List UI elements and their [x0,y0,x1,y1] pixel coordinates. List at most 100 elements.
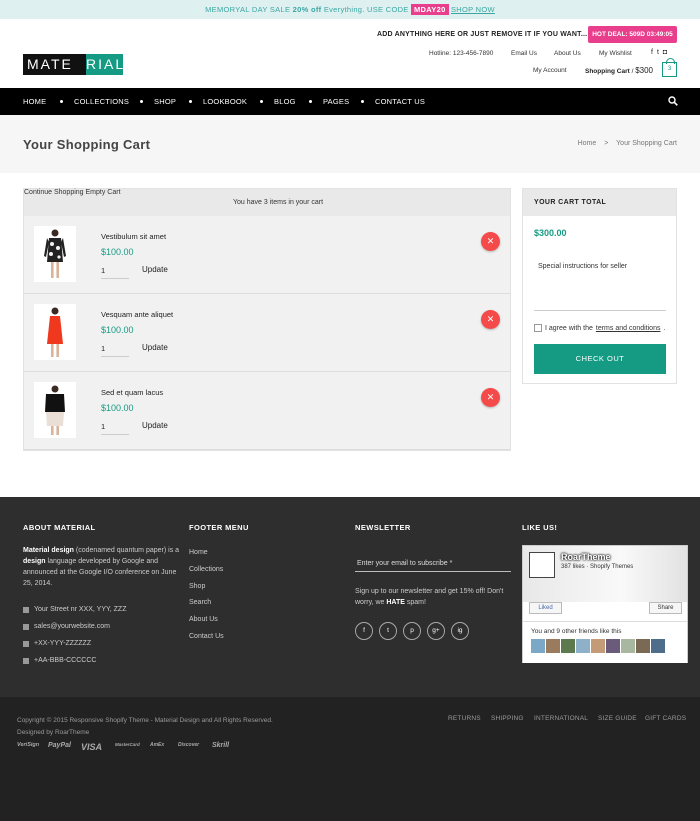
my-account-link[interactable]: My Account [533,67,567,74]
remove-item-button[interactable]: ✕ [481,388,500,407]
nav-shop[interactable]: SHOP [154,88,176,115]
about-text: Material design (codenamed quantum paper… [23,545,180,589]
main-nav: HOME COLLECTIONS SHOP LOOKBOOK BLOG PAGE… [0,88,700,115]
product-image[interactable] [34,382,76,438]
hotline-text: Hotline: 123-456-7890 [429,50,494,57]
avatar[interactable] [636,639,650,653]
newsletter-text-main: Sign up to our newsletter and get 15% of… [355,588,504,606]
item-name[interactable]: Vestibulum sit amet [101,232,166,241]
email-link[interactable]: sales@yourwebsite.com [34,623,110,630]
cart-bag-icon[interactable]: 3 [662,58,677,77]
instagram-icon[interactable]: ig [451,622,469,640]
liked-button[interactable]: Liked [529,602,562,614]
terms-checkbox[interactable] [534,324,542,332]
facebook-icon[interactable]: f [355,622,373,640]
footer-link-contact[interactable]: Contact Us [189,633,224,640]
nav-home[interactable]: HOME [23,88,46,115]
item-name[interactable]: Sed et quam lacus [101,388,163,397]
shipping-link[interactable]: SHIPPING [491,715,524,722]
avatar[interactable] [606,639,620,653]
shopping-cart-link[interactable]: Shopping Cart / $300 [585,66,653,75]
google-plus-icon[interactable]: g+ [427,622,445,640]
avatar[interactable] [576,639,590,653]
like-us-title: LIKE US! [522,523,558,532]
gift-cards-link[interactable]: GIFT CARDS [645,715,686,722]
pinterest-icon[interactable]: p [403,622,421,640]
contact-phone-2: +AA-BBB-CCCCCC [23,657,96,664]
newsletter-email-input[interactable]: Enter your email to subscribe * [355,555,511,572]
shop-now-link[interactable]: SHOP NOW [451,5,495,14]
quantity-input[interactable]: 1 [101,263,129,279]
facebook-widget: RoarTheme 387 likes · Shopify Themes Lik… [522,545,688,663]
wishlist-link[interactable]: My Wishlist [599,50,632,57]
continue-shopping-link[interactable]: Continue Shopping [24,189,84,196]
address-text: Your Street nr XXX, YYY, ZZZ [34,606,127,613]
nav-lookbook[interactable]: LOOKBOOK [203,88,247,115]
product-image[interactable] [34,226,76,282]
twitter-icon[interactable]: t [657,49,659,56]
nav-collections[interactable]: COLLECTIONS [74,88,129,115]
special-instructions-field[interactable]: Special instructions for seller [534,253,666,311]
nav-separator [309,100,312,103]
about-title: ABOUT MATERIAL [23,523,96,532]
nav-separator [140,100,143,103]
international-link[interactable]: INTERNATIONAL [534,715,588,722]
copyright-text: Copyright © 2015 Responsive Shopify Them… [17,717,273,724]
footer-link-collections[interactable]: Collections [189,566,223,573]
terms-label: I agree with the [545,324,593,332]
promo-bar: MEMORYAL DAY SALE 20% off Everything. US… [0,0,700,19]
page-avatar[interactable] [529,552,555,578]
terms-period: . [663,324,666,332]
amex-icon: AmEx [150,742,165,748]
footer-link-shop[interactable]: Shop [189,583,205,590]
footer-social: f t p g+ ig [355,622,469,640]
home-icon [23,606,29,613]
update-button[interactable]: Update [142,343,168,352]
avatar[interactable] [546,639,560,653]
footer-link-search[interactable]: Search [189,599,211,606]
quantity-input[interactable]: 1 [101,341,129,357]
avatar[interactable] [651,639,665,653]
instagram-icon[interactable]: ◘ [663,49,667,56]
email-us-link[interactable]: Email Us [511,50,537,57]
breadcrumb-home[interactable]: Home [578,140,597,147]
avatar[interactable] [591,639,605,653]
twitter-icon[interactable]: t [379,622,397,640]
avatar[interactable] [561,639,575,653]
logo-part-a: MATE [23,54,86,75]
share-button[interactable]: Share [649,602,682,614]
terms-link[interactable]: terms and conditions [596,325,661,332]
avatar[interactable] [621,639,635,653]
footer-link-home[interactable]: Home [189,549,208,556]
logo[interactable]: MATE RIAL [23,54,123,75]
mail-icon [23,623,29,630]
about-bold-2: design [23,558,46,565]
quantity-input[interactable]: 1 [101,419,129,435]
header: MATE RIAL ADD ANYTHING HERE OR JUST REMO… [0,19,700,88]
mastercard-icon: MasterCard [115,742,140,747]
search-icon[interactable] [668,96,678,106]
facebook-icon[interactable]: f [651,49,653,56]
nav-blog[interactable]: BLOG [274,88,296,115]
size-guide-link[interactable]: SIZE GUIDE [598,715,637,722]
item-name[interactable]: Vesquam ante aliquet [101,310,173,319]
avatar[interactable] [531,639,545,653]
returns-link[interactable]: RETURNS [448,715,481,722]
update-button[interactable]: Update [142,265,168,274]
friends-box: You and 9 other friends like this [523,621,687,663]
nav-pages[interactable]: PAGES [323,88,349,115]
nav-contact-us[interactable]: CONTACT US [375,88,425,115]
update-button[interactable]: Update [142,421,168,430]
remove-item-button[interactable]: ✕ [481,232,500,251]
verisign-icon: VeriSign [17,742,40,748]
page-name[interactable]: RoarTheme [561,552,611,562]
footer-link-about[interactable]: About Us [189,616,218,623]
about-us-link[interactable]: About Us [554,50,581,57]
cart-item: Vestibulum sit amet $100.00 1 Update ✕ [24,216,510,294]
item-price: $100.00 [101,325,134,335]
remove-item-button[interactable]: ✕ [481,310,500,329]
checkout-button[interactable]: CHECK OUT [534,344,666,374]
empty-cart-link[interactable]: Empty Cart [86,189,121,196]
product-image[interactable] [34,304,76,360]
hot-deal-badge[interactable]: HOT DEAL: 509D 03:49:05 [588,26,677,43]
